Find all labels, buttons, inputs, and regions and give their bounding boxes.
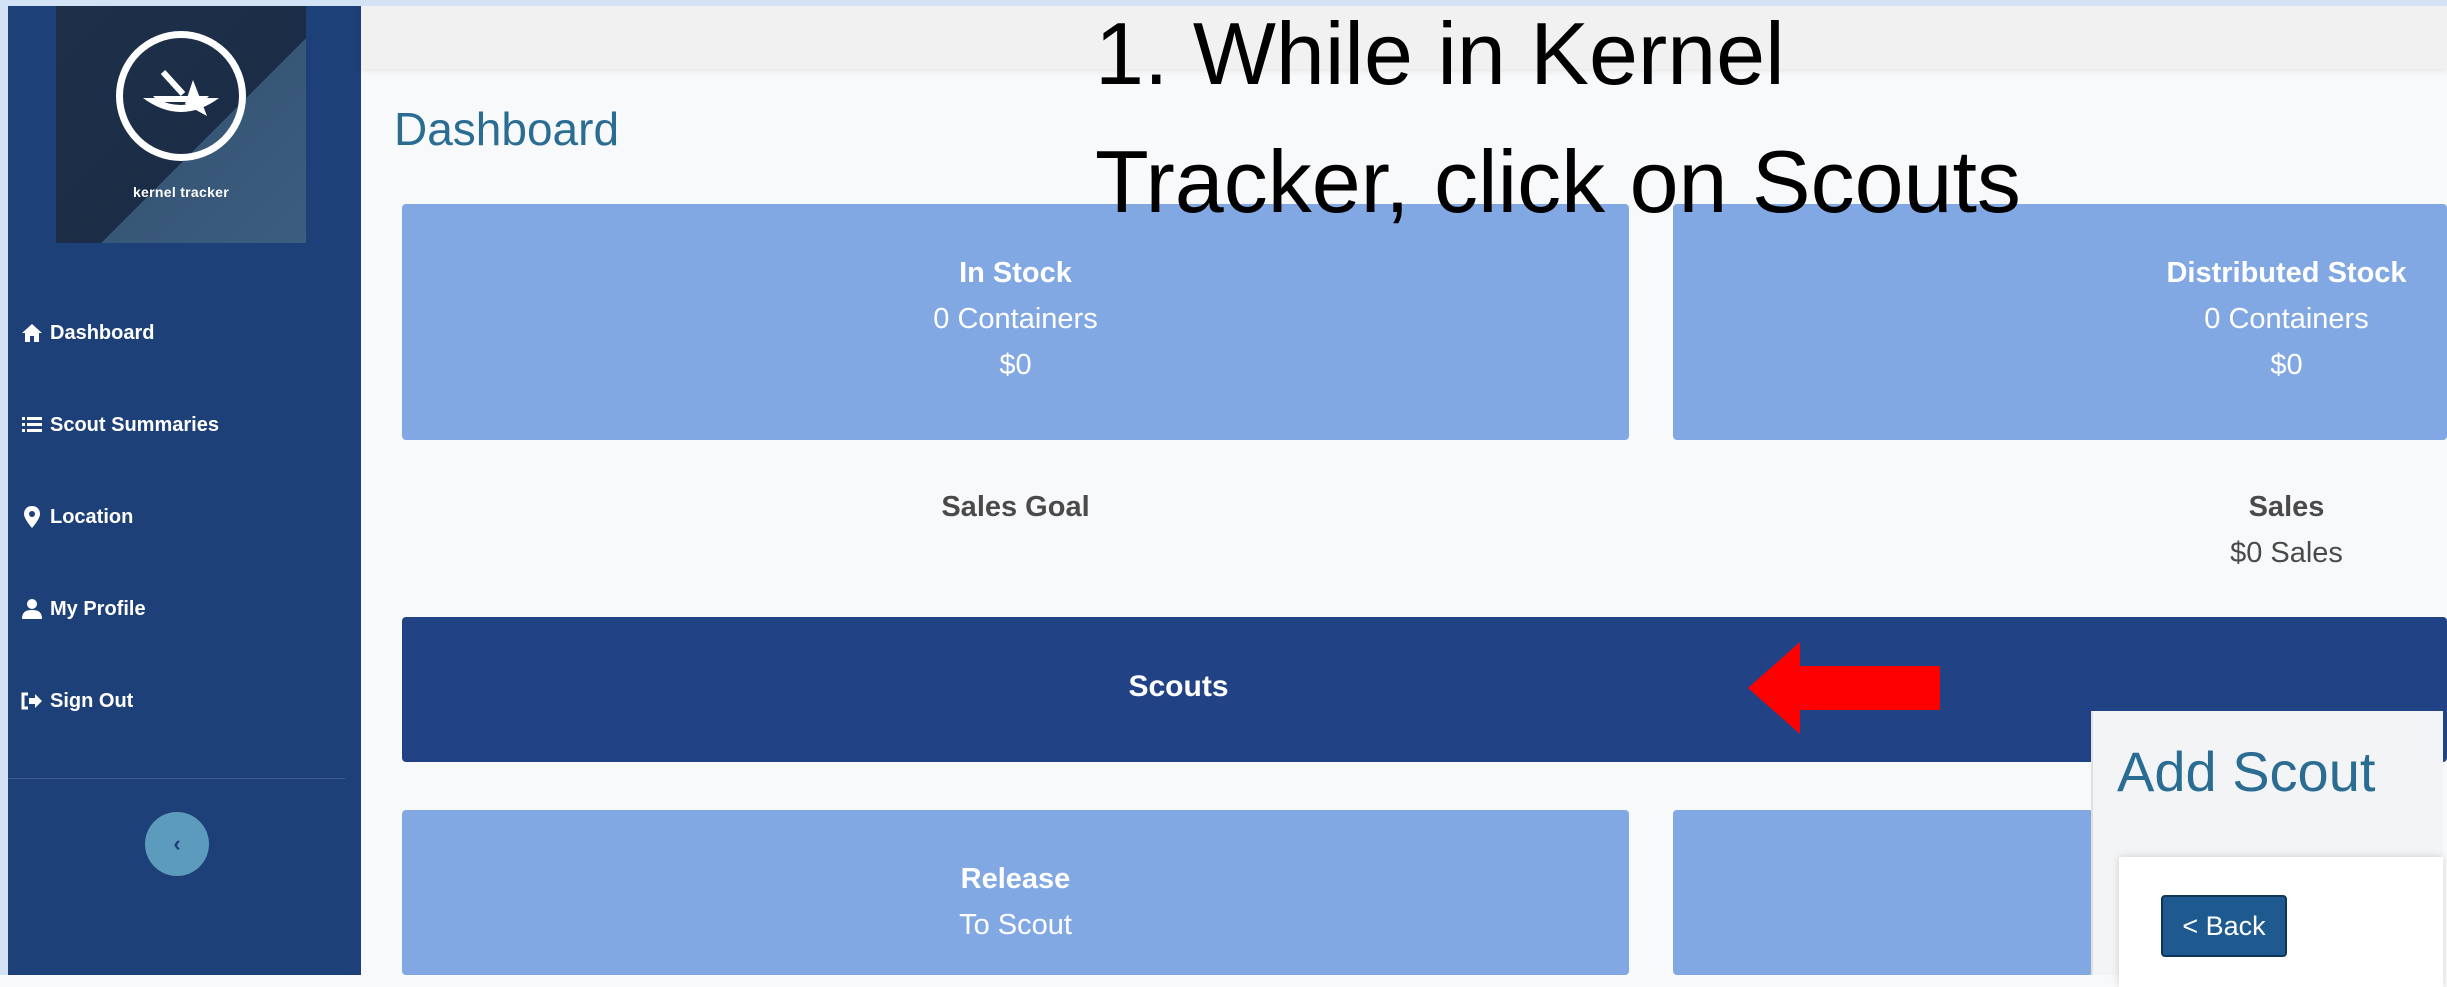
sidebar-item-label: Location xyxy=(50,505,134,528)
user-icon xyxy=(20,597,44,621)
release-card[interactable]: Release To Scout xyxy=(402,810,1629,975)
card-line: 0 Containers xyxy=(2204,303,2369,335)
sidebar-item-dashboard[interactable]: Dashboard xyxy=(20,313,154,353)
map-pin-icon xyxy=(20,505,44,529)
scouts-label: Scouts xyxy=(1128,670,1229,703)
sidebar-item-label: My Profile xyxy=(50,597,146,620)
sales-goal-panel: Sales Goal xyxy=(402,484,1629,530)
add-scout-panel: Add Scout < Back xyxy=(2091,711,2443,987)
instruction-annotation: 1. While in Kernel Tracker, click on Sco… xyxy=(1095,0,2021,246)
card-line: To Scout xyxy=(959,909,1072,941)
logo[interactable]: kernel tracker xyxy=(56,6,306,243)
sidebar: kernel tracker Dashboard Scout Summaries… xyxy=(8,6,361,975)
panel-line: $0 Sales xyxy=(2230,537,2343,569)
logo-text: kernel tracker xyxy=(132,184,230,200)
secondary-card[interactable] xyxy=(1673,810,2093,975)
sidebar-item-my-profile[interactable]: My Profile xyxy=(20,589,146,629)
card-title: Distributed Stock xyxy=(2166,257,2407,289)
page-title: Dashboard xyxy=(394,103,620,155)
card-line: $0 xyxy=(2270,349,2303,381)
card-line: 0 Containers xyxy=(933,303,1098,335)
instruction-line: Tracker, click on Scouts xyxy=(1095,132,2021,231)
add-scout-form: < Back xyxy=(2119,857,2443,987)
panel-title: Sales xyxy=(2248,491,2325,523)
collapse-sidebar-button[interactable]: ‹ xyxy=(145,812,209,876)
card-title: In Stock xyxy=(959,257,1072,289)
back-button[interactable]: < Back xyxy=(2161,895,2287,957)
sidebar-item-sign-out[interactable]: Sign Out xyxy=(20,681,133,721)
card-title: Release xyxy=(960,863,1071,895)
sidebar-item-label: Dashboard xyxy=(50,321,155,344)
red-arrow-annotation xyxy=(1748,642,1940,734)
sales-panel: Sales $0 Sales xyxy=(1673,484,2447,576)
list-icon xyxy=(20,413,44,437)
home-icon xyxy=(20,321,44,345)
card-line: $0 xyxy=(999,349,1032,381)
sidebar-item-label: Sign Out xyxy=(50,689,134,712)
panel-title: Sales Goal xyxy=(941,491,1090,523)
sidebar-divider xyxy=(8,778,345,779)
sidebar-item-location[interactable]: Location xyxy=(20,497,133,537)
sidebar-item-label: Scout Summaries xyxy=(50,413,219,436)
instruction-line: 1. While in Kernel xyxy=(1095,4,1785,103)
sign-out-icon xyxy=(20,689,44,713)
canoe-logo-icon xyxy=(116,31,246,161)
sidebar-item-scout-summaries[interactable]: Scout Summaries xyxy=(20,405,219,445)
add-scout-title: Add Scout xyxy=(2117,740,2376,803)
